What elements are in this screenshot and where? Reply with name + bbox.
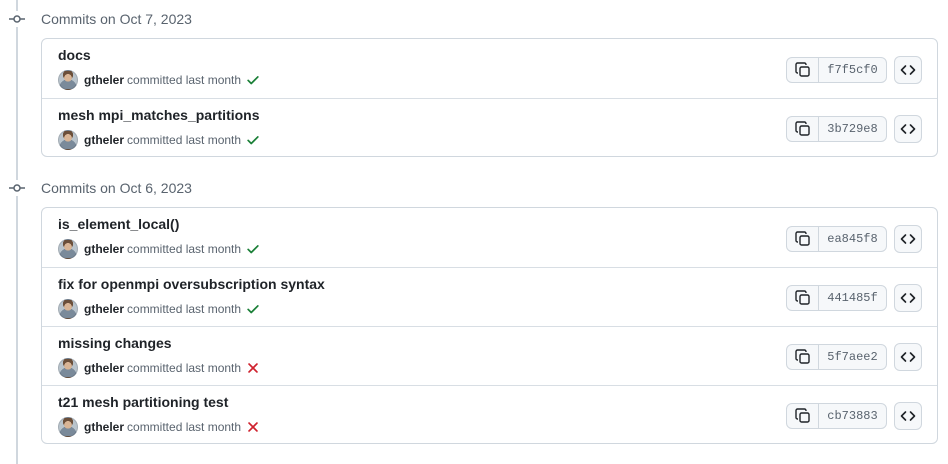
commit-actions: 441485f xyxy=(786,284,922,312)
commit-group-header: Commits on Oct 6, 2023 xyxy=(0,169,948,207)
committed-text: committed last month xyxy=(127,133,242,147)
committed-text: committed last month xyxy=(127,420,242,434)
author-avatar[interactable] xyxy=(58,70,78,90)
sha-button-group: 3b729e8 xyxy=(786,115,887,142)
code-icon[interactable] xyxy=(894,343,922,371)
author-link[interactable]: gtheler xyxy=(84,420,124,434)
author-link[interactable]: gtheler xyxy=(84,242,124,256)
check-icon[interactable] xyxy=(246,133,260,147)
x-icon[interactable] xyxy=(246,361,260,375)
commit-sha-link[interactable]: 441485f xyxy=(819,286,886,310)
commit-message-link[interactable]: fix for openmpi oversubscription syntax xyxy=(58,276,325,292)
copy-icon[interactable] xyxy=(787,345,819,369)
author-link[interactable]: gtheler xyxy=(84,73,124,87)
commit-actions: ea845f8 xyxy=(786,224,922,253)
x-icon[interactable] xyxy=(246,420,260,434)
copy-icon[interactable] xyxy=(787,116,819,141)
copy-icon[interactable] xyxy=(787,226,819,251)
author-avatar[interactable] xyxy=(58,130,78,150)
sha-button-group: 5f7aee2 xyxy=(786,344,887,370)
commit-group: Commits on Oct 6, 2023 is_element_local(… xyxy=(0,169,948,444)
commit-actions: f7f5cf0 xyxy=(786,55,922,84)
commit-sha-link[interactable]: cb73883 xyxy=(819,404,886,428)
commit-group: Commits on Oct 7, 2023 docs gtheler comm… xyxy=(0,0,948,157)
commit-row: missing changes gtheler committed last m… xyxy=(42,326,937,385)
commit-message-link[interactable]: docs xyxy=(58,47,91,63)
copy-icon[interactable] xyxy=(787,286,819,310)
git-commit-icon xyxy=(9,11,25,27)
author-link[interactable]: gtheler xyxy=(84,361,124,375)
author-avatar[interactable] xyxy=(58,299,78,319)
sha-button-group: cb73883 xyxy=(786,402,887,429)
check-icon[interactable] xyxy=(246,242,260,256)
sha-button-group: 441485f xyxy=(786,285,887,311)
commit-group-title: Commits on Oct 6, 2023 xyxy=(41,180,192,196)
check-icon[interactable] xyxy=(246,73,260,87)
commit-message-link[interactable]: mesh mpi_matches_partitions xyxy=(58,107,260,123)
author-avatar[interactable] xyxy=(58,358,78,378)
commit-meta: gtheler committed last month xyxy=(58,239,260,259)
author-avatar[interactable] xyxy=(58,417,78,437)
author-avatar[interactable] xyxy=(58,239,78,259)
commit-sha-link[interactable]: f7f5cf0 xyxy=(819,58,886,82)
commit-message-link[interactable]: t21 mesh partitioning test xyxy=(58,394,228,410)
code-icon[interactable] xyxy=(894,284,922,312)
commit-actions: cb73883 xyxy=(786,401,922,430)
sha-button-group: ea845f8 xyxy=(786,225,887,252)
committed-text: committed last month xyxy=(127,302,242,316)
commit-message-link[interactable]: is_element_local() xyxy=(58,216,179,232)
copy-icon[interactable] xyxy=(787,403,819,428)
code-icon[interactable] xyxy=(894,224,922,253)
commit-row: fix for openmpi oversubscription syntax … xyxy=(42,267,937,326)
copy-icon[interactable] xyxy=(787,57,819,82)
code-icon[interactable] xyxy=(894,114,922,143)
commit-list: is_element_local() gtheler committed las… xyxy=(41,207,938,444)
commit-sha-link[interactable]: 5f7aee2 xyxy=(819,345,886,369)
commit-list: docs gtheler committed last month f7f5cf… xyxy=(41,38,938,157)
commit-actions: 5f7aee2 xyxy=(786,343,922,371)
commit-meta: gtheler committed last month xyxy=(58,417,260,437)
sha-button-group: f7f5cf0 xyxy=(786,56,887,83)
commit-group-title: Commits on Oct 7, 2023 xyxy=(41,11,192,27)
commit-sha-link[interactable]: ea845f8 xyxy=(819,227,886,251)
check-icon[interactable] xyxy=(246,302,260,316)
commit-message-link[interactable]: missing changes xyxy=(58,335,172,351)
commit-row: mesh mpi_matches_partitions gtheler comm… xyxy=(42,98,937,156)
commit-row: is_element_local() gtheler committed las… xyxy=(42,208,937,267)
committed-text: committed last month xyxy=(127,361,242,375)
commit-group-header: Commits on Oct 7, 2023 xyxy=(0,0,948,38)
committed-text: committed last month xyxy=(127,73,242,87)
committed-text: committed last month xyxy=(127,242,242,256)
code-icon[interactable] xyxy=(894,55,922,84)
commit-meta: gtheler committed last month xyxy=(58,358,260,378)
commit-meta: gtheler committed last month xyxy=(58,299,260,319)
author-link[interactable]: gtheler xyxy=(84,133,124,147)
commit-row: docs gtheler committed last month f7f5cf… xyxy=(42,39,937,98)
commit-row: t21 mesh partitioning test gtheler commi… xyxy=(42,385,937,443)
commit-sha-link[interactable]: 3b729e8 xyxy=(819,117,886,141)
author-link[interactable]: gtheler xyxy=(84,302,124,316)
commit-actions: 3b729e8 xyxy=(786,114,922,143)
git-commit-icon xyxy=(9,180,25,196)
code-icon[interactable] xyxy=(894,401,922,430)
commit-meta: gtheler committed last month xyxy=(58,130,260,150)
commit-meta: gtheler committed last month xyxy=(58,70,260,90)
